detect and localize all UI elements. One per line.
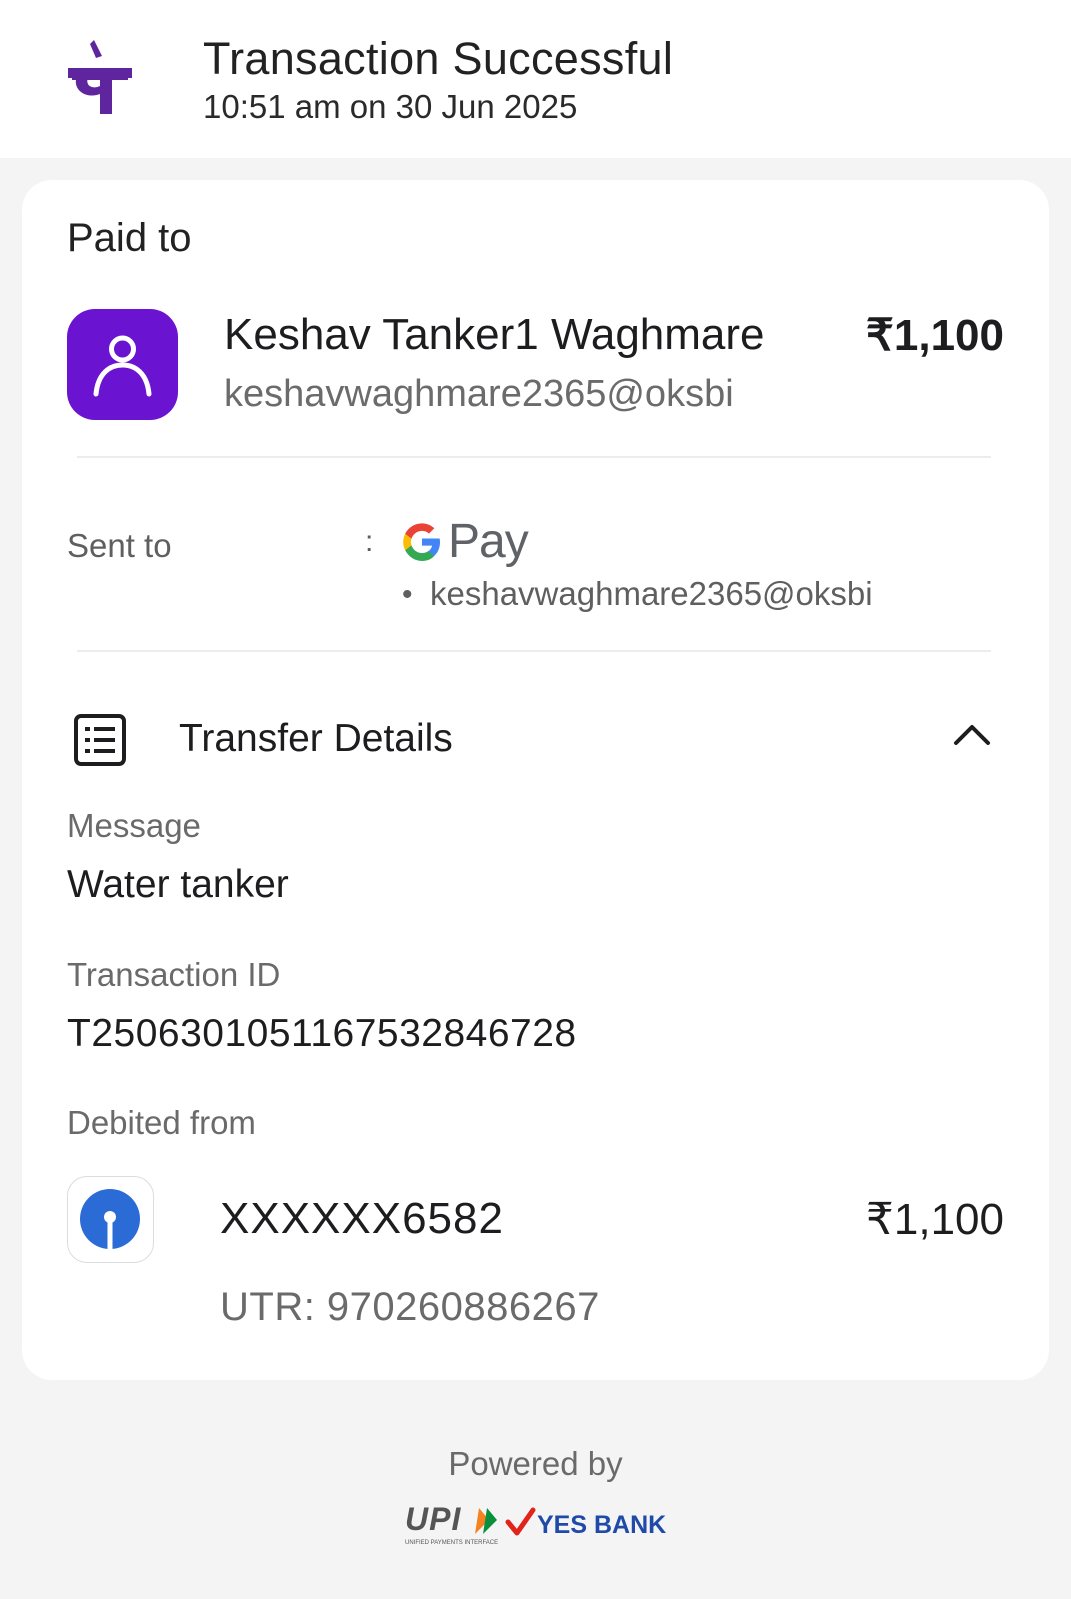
separator: : [365,525,374,558]
transaction-id-label: Transaction ID [67,956,281,993]
transfer-details-label[interactable]: Transfer Details [179,717,453,761]
phonepe-logo-icon [68,40,132,114]
message-value: Water tanker [67,863,289,906]
upi-logo: UPI [405,1502,461,1537]
bullet: • [402,578,413,611]
message-label: Message [67,807,201,844]
transaction-timestamp: 10:51 am on 30 Jun 2025 [203,88,578,125]
bank-logo [67,1176,154,1263]
chevron-up-icon[interactable] [952,715,992,755]
yes-bank-logo: YES BANK [537,1511,666,1539]
transaction-id-value[interactable]: T2506301051167532846728 [67,1012,577,1056]
divider [77,650,991,652]
debited-from-label: Debited from [67,1104,256,1141]
user-icon [93,335,152,397]
paid-to-label: Paid to [67,216,192,260]
sent-to-vpa: keshavwaghmare2365@oksbi [430,575,873,612]
list-document-icon [74,714,126,766]
divider [77,456,991,458]
transaction-card: Paid to Keshav Tanker1 Waghmare keshavwa… [22,180,1049,1380]
upi-yesbank-logo: UPI UNIFIED PAYMENTS INTERFACE YES BANK [405,1502,666,1546]
sent-to-label: Sent to [67,527,172,564]
google-g-icon [403,523,440,561]
account-number: XXXXXX6582 [220,1194,504,1243]
powered-by-label: Powered by [448,1445,623,1482]
paid-amount: ₹1,100 [865,311,1004,360]
gpay-label: Pay [448,515,529,568]
app-header: Transaction Successful 10:51 am on 30 Ju… [0,0,1071,158]
page-title: Transaction Successful [203,33,674,84]
payee-name: Keshav Tanker1 Waghmare [224,310,765,359]
debited-amount: ₹1,100 [865,1195,1004,1244]
utr-number[interactable]: UTR: 970260886267 [220,1285,600,1330]
payee-avatar[interactable] [67,309,178,420]
upi-subtext: UNIFIED PAYMENTS INTERFACE [405,1540,498,1546]
payee-vpa: keshavwaghmare2365@oksbi [224,373,734,415]
sbi-logo-icon [80,1189,140,1249]
